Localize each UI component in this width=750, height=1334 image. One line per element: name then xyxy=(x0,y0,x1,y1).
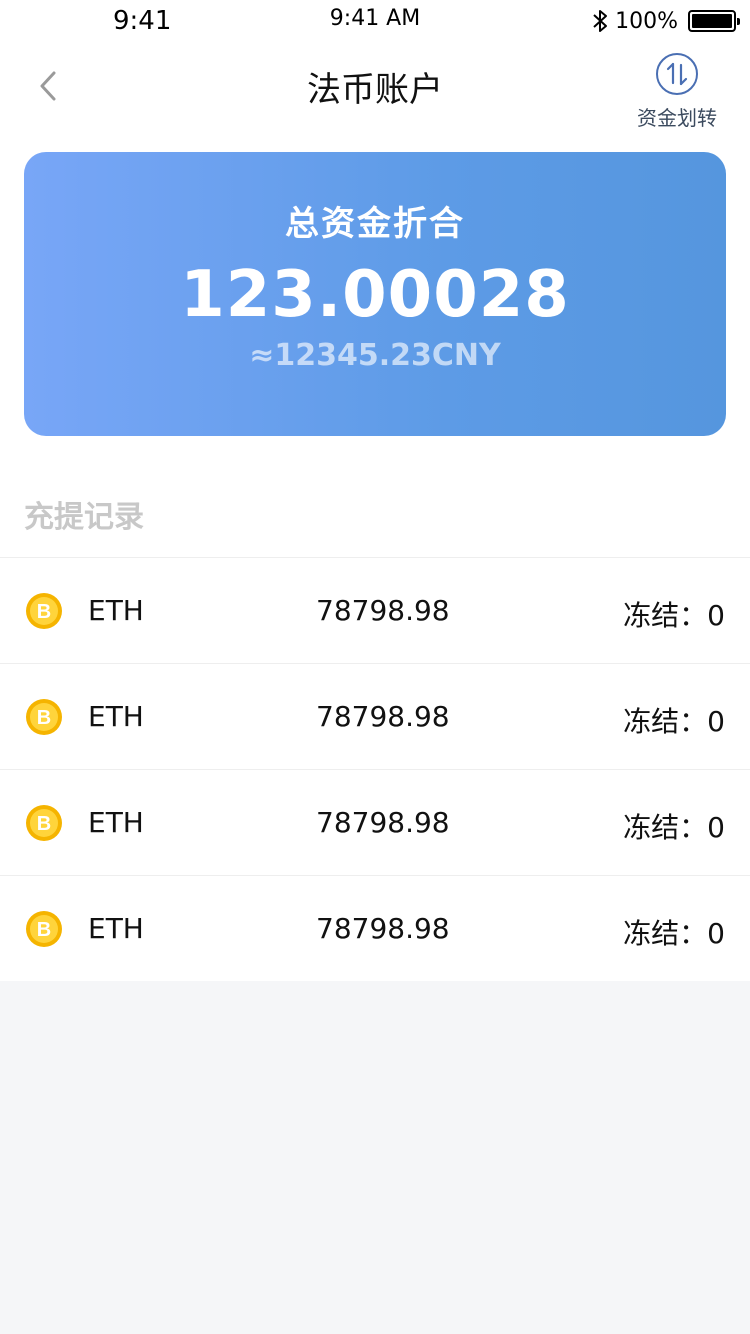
svg-text:B: B xyxy=(37,813,51,835)
list-item[interactable]: B ETH 78798.98 冻结：0 xyxy=(0,769,750,875)
list-item[interactable]: B ETH 78798.98 冻结：0 xyxy=(0,663,750,769)
svg-text:B: B xyxy=(37,707,51,729)
coin-amount: 78798.98 xyxy=(316,806,450,839)
status-indicators: 100% xyxy=(591,6,740,36)
content-area: 9:41 9:41 AM 100% 法币账户 资金划转 总资金折合 123.00… xyxy=(0,0,750,981)
coin-frozen: 冻结：0 xyxy=(623,811,725,844)
list-item[interactable]: B ETH 78798.98 冻结：0 xyxy=(0,557,750,663)
list-item[interactable]: B ETH 78798.98 冻结：0 xyxy=(0,875,750,981)
bluetooth-icon xyxy=(593,10,608,32)
coin-frozen: 冻结：0 xyxy=(623,705,725,738)
svg-text:B: B xyxy=(37,601,51,623)
coin-name: ETH xyxy=(88,912,144,945)
total-asset-label: 总资金折合 xyxy=(285,204,465,244)
coin-amount: 78798.98 xyxy=(316,912,450,945)
screen: 9:41 9:41 AM 100% 法币账户 资金划转 总资金折合 123.00… xyxy=(0,0,750,1334)
coin-name: ETH xyxy=(88,700,144,733)
section-title: 充提记录 xyxy=(24,500,144,535)
transfer-button[interactable]: 资金划转 xyxy=(632,52,722,132)
coin-amount: 78798.98 xyxy=(316,594,450,627)
svg-text:B: B xyxy=(37,919,51,941)
records-list: B ETH 78798.98 冻结：0 B ETH 78798.98 冻结：0 xyxy=(0,557,750,981)
transfer-arrows-icon xyxy=(656,53,698,95)
battery-icon xyxy=(688,10,740,32)
coin-name: ETH xyxy=(88,806,144,839)
total-asset-amount: 123.00028 xyxy=(180,258,570,332)
total-asset-cny: ≈12345.23CNY xyxy=(249,338,501,373)
coin-b-icon: B xyxy=(26,805,62,841)
transfer-label: 资金划转 xyxy=(637,106,717,130)
coin-b-icon: B xyxy=(26,593,62,629)
coin-b-icon: B xyxy=(26,911,62,947)
battery-percent: 100% xyxy=(615,8,678,34)
coin-frozen: 冻结：0 xyxy=(623,917,725,950)
coin-b-icon: B xyxy=(26,699,62,735)
coin-amount: 78798.98 xyxy=(316,700,450,733)
coin-frozen: 冻结：0 xyxy=(623,599,725,632)
total-asset-card: 总资金折合 123.00028 ≈12345.23CNY xyxy=(24,152,726,436)
coin-name: ETH xyxy=(88,594,144,627)
